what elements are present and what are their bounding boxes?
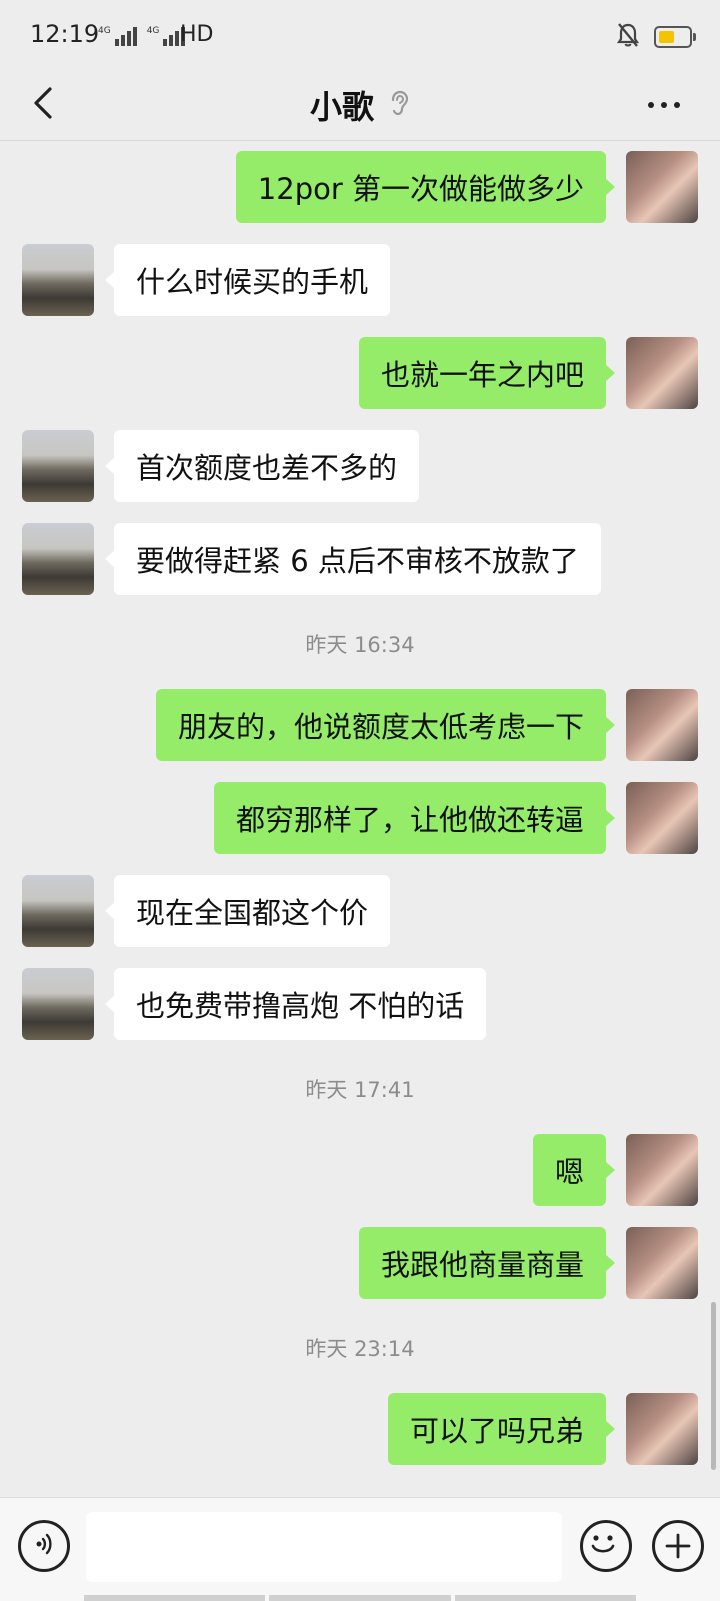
message-row: 12por 第一次做能做多少 xyxy=(0,151,720,223)
chevron-left-icon xyxy=(32,86,54,124)
message-list[interactable]: 12por 第一次做能做多少 什么时候买的手机 也就一年之内吧 首次额度也差不多… xyxy=(0,141,720,1497)
message-row: 也免费带撸高炮 不怕的话 xyxy=(0,968,720,1040)
avatar-contact[interactable] xyxy=(22,430,94,502)
more-options-button[interactable] xyxy=(632,82,696,128)
avatar-contact[interactable] xyxy=(22,875,94,947)
avatar-self[interactable] xyxy=(626,1393,698,1465)
message-bubble-outgoing[interactable]: 我跟他商量商量 xyxy=(358,1227,616,1299)
message-row: 朋友的，他说额度太低考虑一下 xyxy=(0,689,720,761)
avatar-contact[interactable] xyxy=(22,244,94,316)
emoji-icon xyxy=(591,1535,615,1553)
keyboard-strip xyxy=(84,1595,636,1601)
network-type: 4G xyxy=(98,26,111,36)
voice-icon xyxy=(30,1530,58,1562)
message-row: 现在全国都这个价 xyxy=(0,875,720,947)
back-button[interactable] xyxy=(18,80,68,130)
avatar-self[interactable] xyxy=(626,782,698,854)
message-timestamp: 昨天 23:14 xyxy=(305,1337,415,1361)
plus-icon xyxy=(665,1533,691,1559)
message-bubble-outgoing[interactable]: 朋友的，他说额度太低考虑一下 xyxy=(155,689,616,761)
network-type: 4G xyxy=(146,26,160,36)
message-bubble-incoming[interactable]: 首次额度也差不多的 xyxy=(104,430,420,502)
message-bubble-incoming[interactable]: 什么时候买的手机 xyxy=(104,244,391,316)
message-timestamp: 昨天 17:41 xyxy=(305,1078,415,1102)
more-dots-icon xyxy=(648,102,654,108)
message-row: 可以了吗兄弟 xyxy=(0,1393,720,1465)
plus-button[interactable] xyxy=(652,1520,704,1572)
avatar-self[interactable] xyxy=(626,1227,698,1299)
message-row: 都穷那样了，让他做还转逼 xyxy=(0,782,720,854)
battery-icon xyxy=(654,26,696,48)
scrollbar[interactable] xyxy=(711,1302,716,1470)
message-bubble-incoming[interactable]: 要做得赶紧 6 点后不审核不放款了 xyxy=(105,523,601,595)
status-bar: 12:19 4G 4G HD xyxy=(0,0,720,70)
status-time: 12:19 xyxy=(30,20,100,48)
avatar-self[interactable] xyxy=(626,151,698,223)
message-bubble-incoming[interactable]: 现在全国都这个价 xyxy=(104,875,391,947)
message-timestamp: 昨天 16:34 xyxy=(305,633,415,657)
message-bubble-outgoing[interactable]: 12por 第一次做能做多少 xyxy=(235,151,616,223)
message-row: 什么时候买的手机 xyxy=(0,244,720,316)
message-row: 我跟他商量商量 xyxy=(0,1227,720,1299)
chat-header: 小歌 xyxy=(0,70,720,141)
chat-title: 小歌 xyxy=(309,88,374,126)
avatar-self[interactable] xyxy=(626,337,698,409)
message-input[interactable] xyxy=(86,1512,562,1582)
hd-indicator: HD xyxy=(180,22,214,47)
message-bubble-outgoing[interactable]: 都穷那样了，让他做还转逼 xyxy=(213,782,616,854)
emoji-button[interactable] xyxy=(580,1520,632,1572)
message-row: 首次额度也差不多的 xyxy=(0,430,720,502)
message-bubble-outgoing[interactable]: 可以了吗兄弟 xyxy=(387,1393,616,1465)
message-row: 嗯 xyxy=(0,1134,720,1206)
ear-icon xyxy=(388,89,410,121)
avatar-self[interactable] xyxy=(626,1134,698,1206)
message-bubble-outgoing[interactable]: 也就一年之内吧 xyxy=(358,337,616,409)
voice-button[interactable] xyxy=(18,1520,70,1572)
message-bubble-outgoing[interactable]: 嗯 xyxy=(532,1134,616,1206)
avatar-contact[interactable] xyxy=(22,968,94,1040)
message-row: 也就一年之内吧 xyxy=(0,337,720,409)
mute-icon xyxy=(616,22,640,52)
input-bar xyxy=(0,1497,720,1601)
avatar-self[interactable] xyxy=(626,689,698,761)
message-row: 要做得赶紧 6 点后不审核不放款了 xyxy=(0,523,720,595)
avatar-contact[interactable] xyxy=(22,523,94,595)
message-bubble-incoming[interactable]: 也免费带撸高炮 不怕的话 xyxy=(104,968,487,1040)
